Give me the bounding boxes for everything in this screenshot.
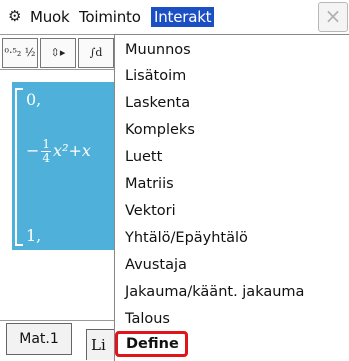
row-2-term: x²+x [53, 141, 91, 160]
menu-item-jakauma[interactable]: Jakauma/käänt. jakauma [125, 281, 304, 303]
menu-muok[interactable]: Muok [30, 8, 70, 26]
menu-item-kompleks[interactable]: Kompleks [125, 119, 195, 141]
integral-button[interactable]: ∫d [78, 38, 114, 68]
menu-item-talous[interactable]: Talous [125, 308, 170, 330]
menu-item-avustaja[interactable]: Avustaja [125, 254, 187, 276]
menu-item-muunnos[interactable]: Muunnos [125, 39, 191, 61]
menu-item-yhtalo[interactable]: Yhtälö/Epäyhtälö [125, 227, 248, 249]
menu-item-define[interactable]: Define [115, 331, 188, 357]
matrix-row-1: 0, [26, 90, 42, 109]
minus-sign: − [26, 141, 40, 160]
fraction-denominator: 4 [42, 151, 51, 165]
menu-item-luett[interactable]: Luett [125, 146, 162, 168]
close-icon[interactable]: × [318, 2, 348, 32]
matrix-expression[interactable]: 0, −1 4 x²+x 1, [12, 82, 120, 250]
matrix-row-2: −1 4 x²+x [26, 138, 91, 165]
interakt-dropdown-menu: Muunnos Lisätoim Laskenta Kompleks Luett… [114, 34, 349, 361]
simplify-button[interactable]: ⇳▸ [40, 38, 76, 68]
menu-interakt[interactable]: Interakt [151, 7, 215, 27]
matrix-row-3: 1, [26, 226, 42, 245]
menu-bar: ⚙ Muok Toiminto Interakt × [0, 0, 349, 35]
fraction: 14 [41, 137, 52, 165]
menu-item-vektori[interactable]: Vektori [125, 200, 176, 222]
fraction-decimal-button[interactable]: ⁰·⁵₂ ½ [2, 38, 38, 68]
menu-toiminto[interactable]: Toiminto [79, 8, 141, 26]
menu-item-matriis[interactable]: Matriis [125, 173, 174, 195]
fraction-numerator: 1 [41, 137, 52, 152]
matrix-bracket [15, 88, 23, 246]
gear-icon[interactable]: ⚙ [8, 9, 21, 24]
menu-item-laskenta[interactable]: Laskenta [125, 92, 190, 114]
tab-mat1[interactable]: Mat.1 [6, 323, 72, 355]
menu-item-lisatoim[interactable]: Lisätoim [125, 65, 186, 87]
